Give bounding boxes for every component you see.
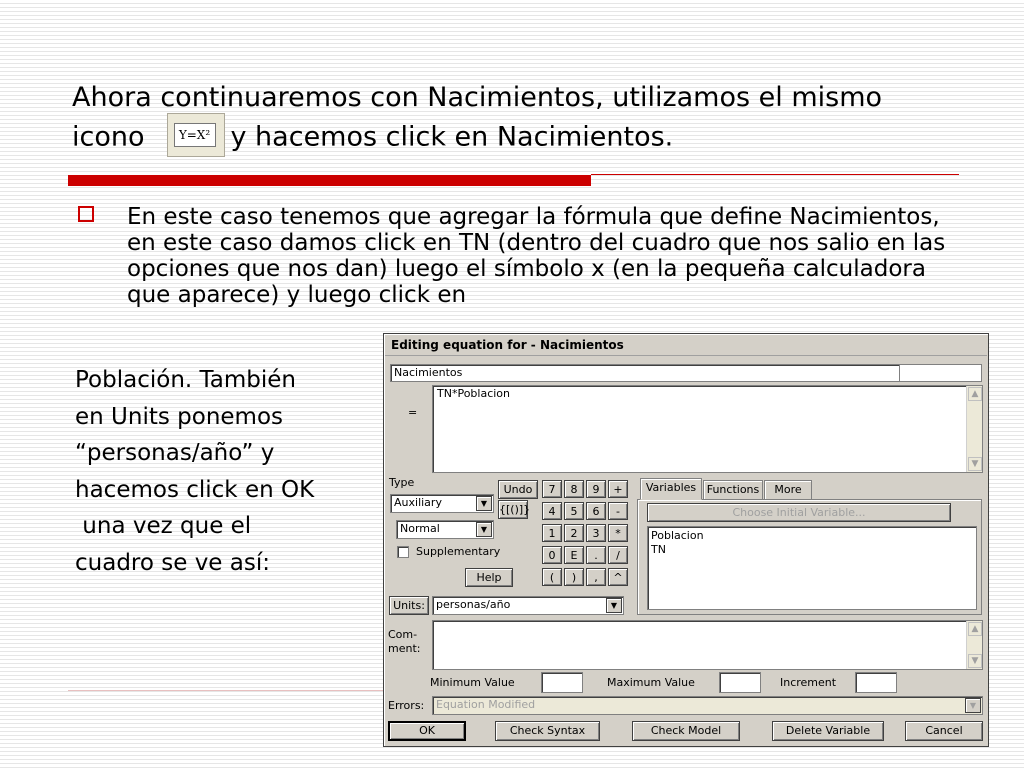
variables-list[interactable]: Poblacion TN (647, 526, 977, 610)
side-text: Población. También en Units ponemos “per… (75, 362, 385, 581)
equation-dialog: Editing equation for - Nacimientos Nacim… (383, 333, 989, 747)
list-item[interactable]: TN (651, 543, 976, 557)
keypad-power-button[interactable]: ^ (608, 568, 628, 586)
keypad-3-button[interactable]: 3 (586, 524, 606, 542)
normal-select-value: Normal (400, 522, 440, 535)
comment-scrollbar[interactable]: ▲ ▼ (966, 621, 982, 669)
keypad-6-button[interactable]: 6 (586, 502, 606, 520)
chevron-down-icon[interactable]: ▼ (606, 598, 622, 613)
side-line: una vez que el (75, 513, 252, 539)
keypad-multiply-button[interactable]: * (608, 524, 628, 542)
equals-label: = (408, 406, 418, 419)
chevron-down-icon[interactable]: ▼ (476, 522, 492, 537)
units-button[interactable]: Units: (389, 596, 429, 615)
bullet-square-icon (78, 206, 94, 222)
keypad-minus-button[interactable]: - (608, 502, 628, 520)
maximum-value-label: Maximum Value (607, 676, 695, 689)
increment-label: Increment (780, 676, 837, 689)
tab-more[interactable]: More (764, 480, 812, 499)
undo-button[interactable]: Undo (498, 480, 538, 499)
scroll-up-icon[interactable]: ▲ (968, 622, 982, 636)
scroll-down-icon[interactable]: ▼ (968, 654, 982, 668)
keypad-e-button[interactable]: E (564, 546, 584, 564)
check-model-button[interactable]: Check Model (632, 721, 740, 741)
chevron-down-icon[interactable]: ▼ (476, 496, 492, 511)
keypad-9-button[interactable]: 9 (586, 480, 606, 498)
title-text-part2: y hacemos click en Nacimientos. (230, 121, 674, 153)
keypad-5-button[interactable]: 5 (564, 502, 584, 520)
equation-tool-icon: Y=X² (166, 113, 225, 157)
keypad-8-button[interactable]: 8 (564, 480, 584, 498)
variable-name-field[interactable]: Nacimientos (390, 364, 900, 382)
keypad-1-button[interactable]: 1 (542, 524, 562, 542)
equation-scrollbar[interactable]: ▲ ▼ (966, 386, 982, 472)
supplementary-checkbox[interactable] (397, 546, 409, 558)
comment-label-line2: ment: (388, 642, 421, 655)
errors-label: Errors: (388, 699, 425, 712)
keypad-open-paren-button[interactable]: ( (542, 568, 562, 586)
units-value: personas/año (436, 598, 511, 611)
side-line: cuadro se ve así: (75, 549, 270, 576)
comment-label-line1: Com- (388, 628, 418, 641)
keypad-dot-button[interactable]: . (586, 546, 606, 564)
increment-field[interactable] (855, 672, 897, 693)
supplementary-label: Supplementary (416, 545, 501, 558)
comment-label: Com- ment: (388, 628, 420, 656)
equation-icon-label: Y=X² (173, 123, 216, 147)
delete-variable-button[interactable]: Delete Variable (772, 721, 884, 741)
chevron-down-icon[interactable]: ▼ (965, 698, 981, 713)
list-item[interactable]: Poblacion (651, 529, 976, 543)
scroll-up-icon[interactable]: ▲ (968, 387, 982, 401)
units-field[interactable]: personas/año ▼ (432, 596, 624, 615)
comment-field[interactable]: ▲ ▼ (432, 620, 983, 670)
equation-field[interactable]: TN*Poblacion ▲ ▼ (432, 385, 983, 473)
keypad-7-button[interactable]: 7 (542, 480, 562, 498)
title-underline-bar (68, 175, 591, 186)
keypad-divide-button[interactable]: / (608, 546, 628, 564)
side-line: “personas/año” y (75, 440, 275, 466)
check-syntax-button[interactable]: Check Syntax (495, 721, 600, 741)
side-line: en Units ponemos (75, 403, 284, 430)
keypad-2-button[interactable]: 2 (564, 524, 584, 542)
errors-field: Equation Modified ▼ (432, 696, 983, 715)
side-line: Población. También (75, 367, 296, 393)
brackets-button[interactable]: {[()]} (498, 500, 530, 519)
type-select[interactable]: Auxiliary ▼ (390, 494, 494, 513)
keypad-plus-button[interactable]: + (608, 480, 628, 498)
type-select-value: Auxiliary (394, 496, 442, 509)
minimum-value-label: Minimum Value (430, 676, 515, 689)
variable-name-field-extension (900, 364, 982, 382)
help-button[interactable]: Help (465, 568, 513, 587)
side-line: hacemos click en OK (75, 476, 315, 503)
tab-variables[interactable]: Variables (640, 478, 702, 500)
cancel-button[interactable]: Cancel (905, 721, 983, 741)
scroll-down-icon[interactable]: ▼ (968, 457, 982, 471)
errors-value: Equation Modified (436, 698, 536, 711)
maximum-value-field[interactable] (719, 672, 761, 693)
type-label: Type (389, 476, 415, 489)
equation-text: TN*Poblacion (437, 387, 511, 400)
choose-initial-variable-button[interactable]: Choose Initial Variable... (647, 503, 951, 522)
keypad-0-button[interactable]: 0 (542, 546, 562, 564)
keypad-comma-button[interactable]: , (586, 568, 606, 586)
minimum-value-field[interactable] (541, 672, 583, 693)
keypad-4-button[interactable]: 4 (542, 502, 562, 520)
keypad-close-paren-button[interactable]: ) (564, 568, 584, 586)
footer-line (68, 690, 383, 691)
ok-button[interactable]: OK (388, 721, 466, 741)
normal-select[interactable]: Normal ▼ (396, 520, 494, 539)
tab-functions[interactable]: Functions (703, 480, 763, 499)
bullet-text: En este caso tenemos que agregar la fórm… (127, 204, 946, 308)
dialog-title: Editing equation for - Nacimientos (385, 335, 987, 356)
slide-title: Ahora continuaremos con Nacimientos, uti… (72, 80, 952, 160)
title-underline-thin (591, 174, 959, 175)
